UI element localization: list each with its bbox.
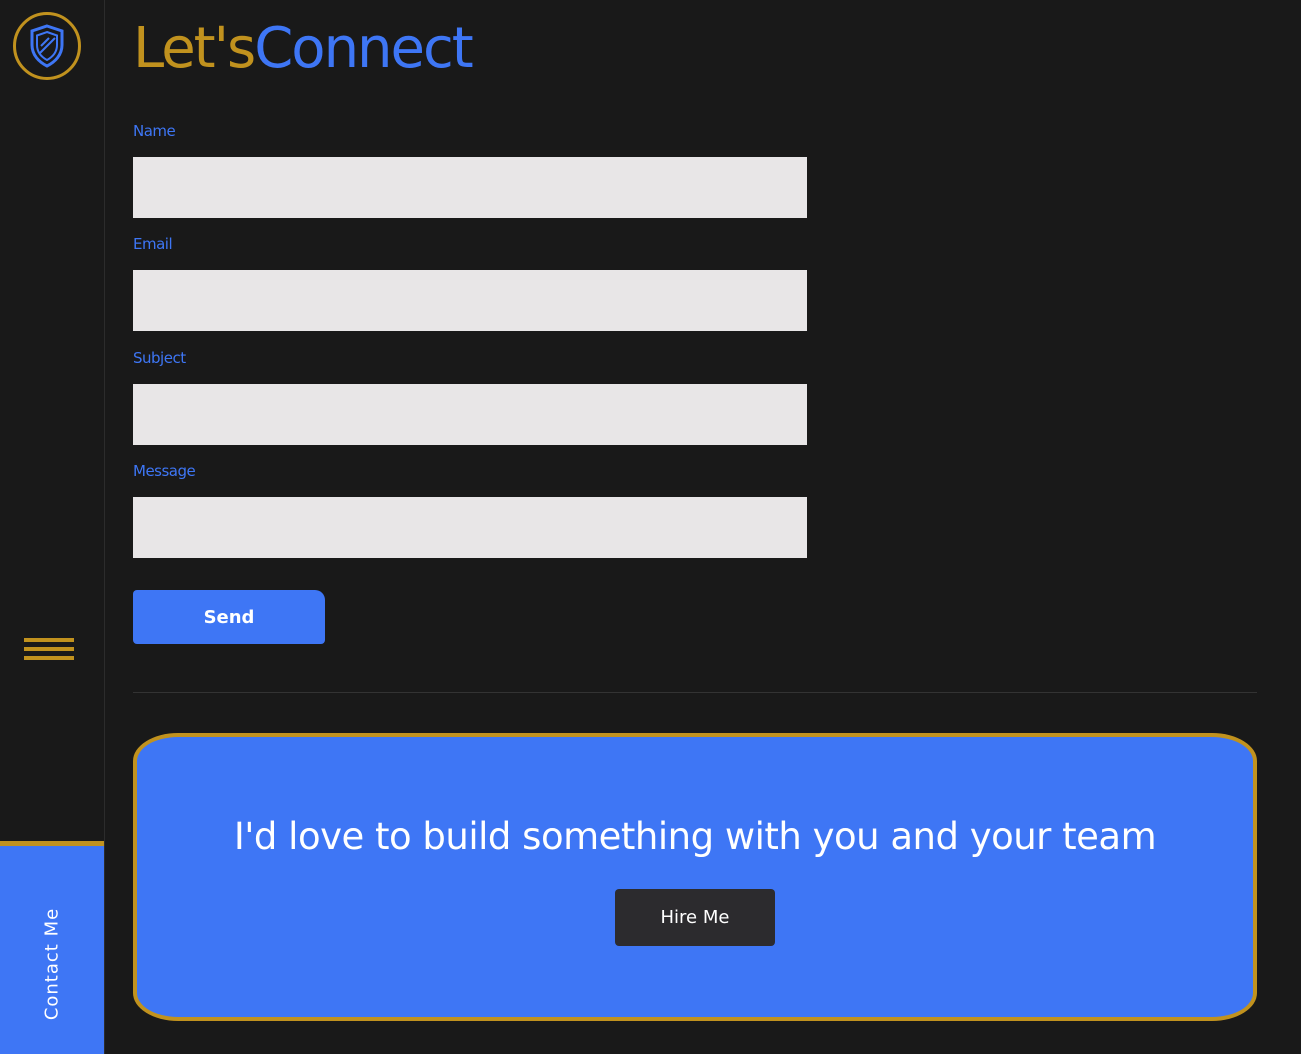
hamburger-line — [24, 638, 74, 642]
name-field[interactable] — [133, 157, 807, 218]
title-lets: Let's — [133, 16, 256, 81]
subject-field[interactable] — [133, 384, 807, 445]
name-label: Name — [133, 122, 176, 140]
message-label: Message — [133, 462, 196, 480]
hamburger-line — [24, 656, 74, 660]
sidebar: Contact Me — [0, 0, 105, 1054]
subject-label: Subject — [133, 349, 186, 367]
send-button[interactable]: Send — [133, 590, 325, 644]
shield-icon — [30, 24, 64, 68]
cta-text: I'd love to build something with you and… — [233, 815, 1157, 858]
section-divider — [133, 692, 1257, 693]
contact-me-label: Contact Me — [41, 907, 63, 1021]
hire-me-banner: I'd love to build something with you and… — [133, 733, 1257, 1021]
title-connect: Connect — [254, 16, 474, 81]
hire-me-button[interactable]: Hire Me — [615, 889, 775, 946]
email-label: Email — [133, 235, 173, 253]
logo[interactable] — [13, 12, 81, 80]
hamburger-line — [24, 647, 74, 651]
email-field[interactable] — [133, 270, 807, 331]
message-field[interactable] — [133, 497, 807, 558]
contact-me-tab[interactable]: Contact Me — [0, 841, 104, 1054]
page-title: Let'sConnect — [133, 14, 474, 84]
hamburger-menu-icon[interactable] — [24, 638, 74, 666]
